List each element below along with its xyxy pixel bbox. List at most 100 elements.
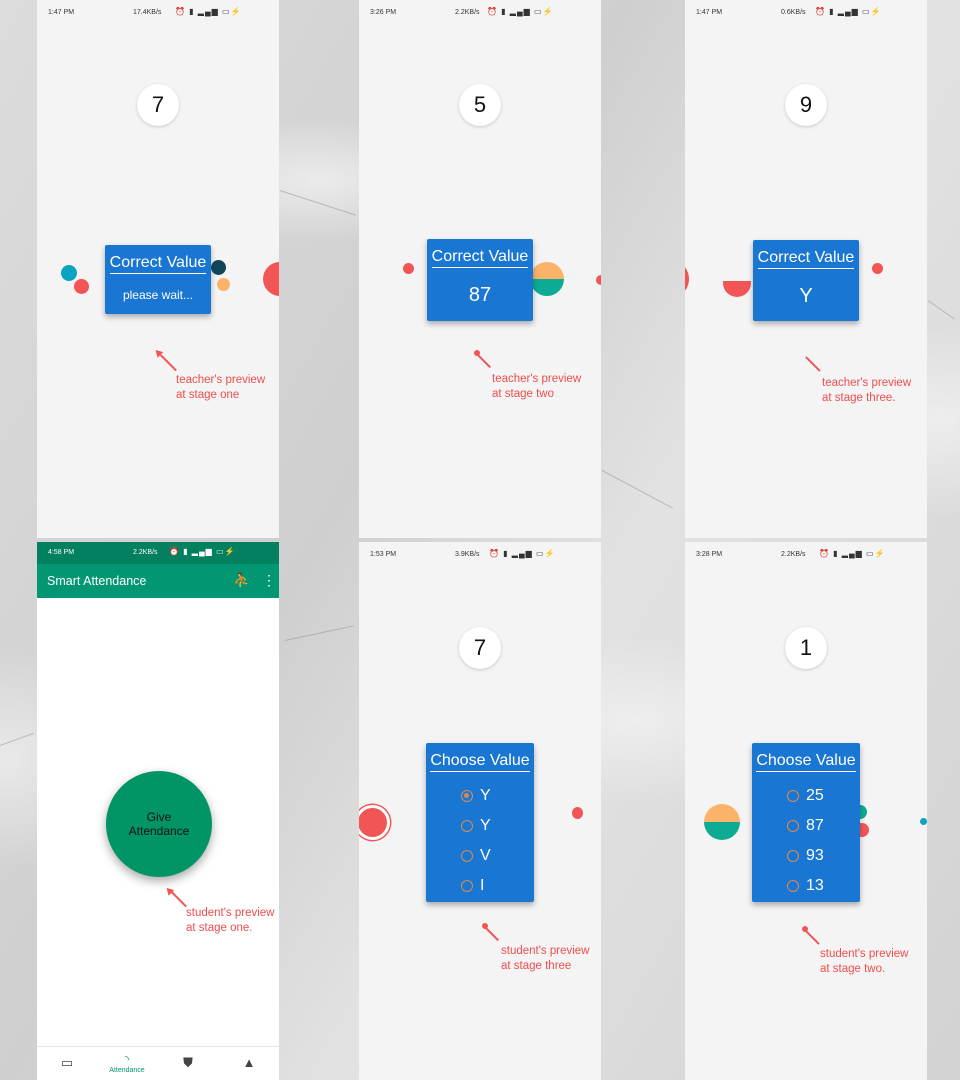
note-line: teacher's preview bbox=[822, 377, 912, 389]
status-bar: 3:26 PM 2.2KB/s ⏰ ▮ ▂▄▆ ▭⚡ bbox=[359, 0, 601, 26]
value-options: Y Y V I bbox=[426, 781, 534, 901]
value-option[interactable]: I bbox=[461, 871, 534, 901]
decorative-dot bbox=[872, 263, 883, 274]
status-icons: ⏰ ▮ ▂▄▆ ▭⚡ bbox=[489, 549, 556, 558]
teacher-stage-two-screen: 3:26 PM 2.2KB/s ⏰ ▮ ▂▄▆ ▭⚡ 5 Correct Val… bbox=[359, 0, 601, 538]
value-option[interactable]: Y bbox=[461, 811, 534, 841]
status-bar: 3:28 PM 2.2KB/s ⏰ ▮ ▂▄▆ ▭⚡ bbox=[685, 542, 927, 568]
status-icons: ⏰ ▮ ▂▄▆ ▭⚡ bbox=[815, 7, 882, 16]
annotation-arrow bbox=[159, 354, 177, 372]
decorative-half-circle bbox=[723, 281, 751, 297]
card-title: Correct Value bbox=[431, 248, 529, 268]
status-icons: ⏰ ▮ ▂▄▆ ▭⚡ bbox=[175, 7, 242, 16]
decorative-dot bbox=[572, 807, 583, 819]
note-line: at stage three bbox=[501, 960, 572, 972]
radio-button[interactable] bbox=[461, 880, 473, 892]
waiting-text: please wait... bbox=[122, 288, 194, 302]
decorative-dot bbox=[596, 275, 601, 285]
button-label-line: Attendance bbox=[128, 824, 190, 838]
nav-item-verified[interactable]: ⛊ bbox=[158, 1047, 218, 1080]
status-network-speed: 2.2KB/s bbox=[133, 549, 158, 556]
marble-vein bbox=[279, 190, 357, 216]
choose-value-card: Choose Value Y Y V I bbox=[426, 743, 534, 902]
value-option[interactable]: Y bbox=[461, 781, 534, 811]
option-label: Y bbox=[480, 817, 491, 834]
status-network-speed: 2.2KB/s bbox=[455, 9, 480, 16]
annotation-note: teacher's preview at stage one bbox=[176, 373, 265, 403]
status-time: 3:28 PM bbox=[696, 551, 723, 558]
give-attendance-button[interactable]: Give Attendance bbox=[106, 771, 212, 877]
status-bar: 1:53 PM 3.9KB/s ⏰ ▮ ▂▄▆ ▭⚡ bbox=[359, 542, 601, 568]
note-line: teacher's preview bbox=[492, 373, 582, 385]
radio-button[interactable] bbox=[787, 880, 799, 892]
app-title: Smart Attendance bbox=[47, 574, 147, 588]
value-option[interactable]: 13 bbox=[787, 871, 860, 901]
nav-item-alerts[interactable]: ▲ bbox=[219, 1047, 279, 1080]
value-option[interactable]: V bbox=[461, 841, 534, 871]
status-bar: 1:47 PM 17.4KB/s ⏰ ▮ ▂▄▆ ▭⚡ bbox=[37, 0, 279, 26]
annotation-note: student's preview at stage one. bbox=[186, 906, 275, 936]
student-stage-three-screen: 1:53 PM 3.9KB/s ⏰ ▮ ▂▄▆ ▭⚡ 7 Choose Valu… bbox=[359, 542, 601, 1080]
annotation-arrow bbox=[805, 356, 821, 372]
more-options-icon[interactable]: ⋮ bbox=[262, 572, 276, 589]
decorative-dot bbox=[403, 263, 414, 274]
teacher-stage-one-screen: 1:47 PM 17.4KB/s ⏰ ▮ ▂▄▆ ▭⚡ 7 Correct Va… bbox=[37, 0, 279, 538]
nav-item-calendar[interactable]: ▭ bbox=[37, 1047, 97, 1080]
value-option[interactable]: 87 bbox=[787, 811, 860, 841]
status-icons: ⏰ ▮ ▂▄▆ ▭⚡ bbox=[169, 547, 236, 556]
app-bar: 4:58 PM 2.2KB/s ⏰ ▮ ▂▄▆ ▭⚡ Smart Attenda… bbox=[37, 542, 279, 598]
radio-button[interactable] bbox=[787, 850, 799, 862]
value-option[interactable]: 93 bbox=[787, 841, 860, 871]
note-line: teacher's preview bbox=[176, 374, 266, 386]
note-line: at stage two bbox=[492, 388, 555, 400]
annotation-note: teacher's preview at stage two bbox=[492, 372, 581, 402]
radio-button[interactable] bbox=[787, 790, 799, 802]
decorative-dot bbox=[685, 264, 689, 294]
value-option[interactable]: 25 bbox=[787, 781, 860, 811]
correct-value-card: Correct Value 87 bbox=[427, 239, 533, 321]
student-stage-one-screen: 4:58 PM 2.2KB/s ⏰ ▮ ▂▄▆ ▭⚡ Smart Attenda… bbox=[37, 542, 279, 1080]
decorative-dot bbox=[920, 818, 927, 825]
marble-vein bbox=[0, 732, 34, 746]
decorative-dot bbox=[263, 262, 279, 296]
decorative-dot bbox=[74, 279, 89, 294]
annotation-arrow bbox=[169, 890, 187, 908]
note-line: student's preview bbox=[820, 948, 909, 960]
annotation-arrow bbox=[804, 929, 820, 945]
decorative-dot bbox=[217, 278, 230, 291]
annotation-note: student's preview at stage two. bbox=[820, 947, 909, 977]
note-line: at stage two. bbox=[820, 963, 886, 975]
nav-item-attendance[interactable]: ◝ Attendance bbox=[97, 1047, 157, 1080]
status-time: 3:26 PM bbox=[370, 9, 397, 16]
note-line: student's preview bbox=[186, 907, 275, 919]
radio-button[interactable] bbox=[461, 850, 473, 862]
decorative-dot bbox=[530, 262, 564, 296]
card-title: Choose Value bbox=[430, 752, 530, 772]
annotation-arrow bbox=[476, 353, 491, 368]
correct-value-card: Correct Value Y bbox=[753, 240, 859, 321]
status-time: 1:47 PM bbox=[48, 9, 75, 16]
radio-button[interactable] bbox=[787, 820, 799, 832]
person-icon[interactable]: ⛹ bbox=[233, 572, 250, 589]
annotation-note: teacher's preview at stage three. bbox=[822, 376, 911, 406]
option-label: V bbox=[480, 847, 491, 864]
correct-value: Y bbox=[799, 285, 813, 307]
choose-value-card: Choose Value 25 87 93 13 bbox=[752, 743, 860, 902]
status-icons: ⏰ ▮ ▂▄▆ ▭⚡ bbox=[819, 549, 886, 558]
status-bar: 4:58 PM 2.2KB/s ⏰ ▮ ▂▄▆ ▭⚡ bbox=[37, 542, 279, 564]
status-network-speed: 2.2KB/s bbox=[781, 551, 806, 558]
radio-button[interactable] bbox=[461, 820, 473, 832]
card-title: Choose Value bbox=[756, 752, 856, 772]
teacher-stage-three-screen: 1:47 PM 0.6KB/s ⏰ ▮ ▂▄▆ ▭⚡ 9 Correct Val… bbox=[685, 0, 927, 538]
countdown-timer: 7 bbox=[459, 627, 501, 669]
shield-check-icon: ⛊ bbox=[183, 1055, 193, 1070]
note-line: at stage one. bbox=[186, 922, 253, 934]
decorative-dot bbox=[61, 265, 77, 281]
status-time: 1:53 PM bbox=[370, 551, 397, 558]
option-label: 13 bbox=[806, 877, 824, 894]
correct-value: 87 bbox=[468, 284, 492, 306]
radio-button[interactable] bbox=[461, 790, 473, 802]
countdown-timer: 7 bbox=[137, 84, 179, 126]
card-title: Correct Value bbox=[757, 249, 855, 269]
status-network-speed: 0.6KB/s bbox=[781, 9, 806, 16]
